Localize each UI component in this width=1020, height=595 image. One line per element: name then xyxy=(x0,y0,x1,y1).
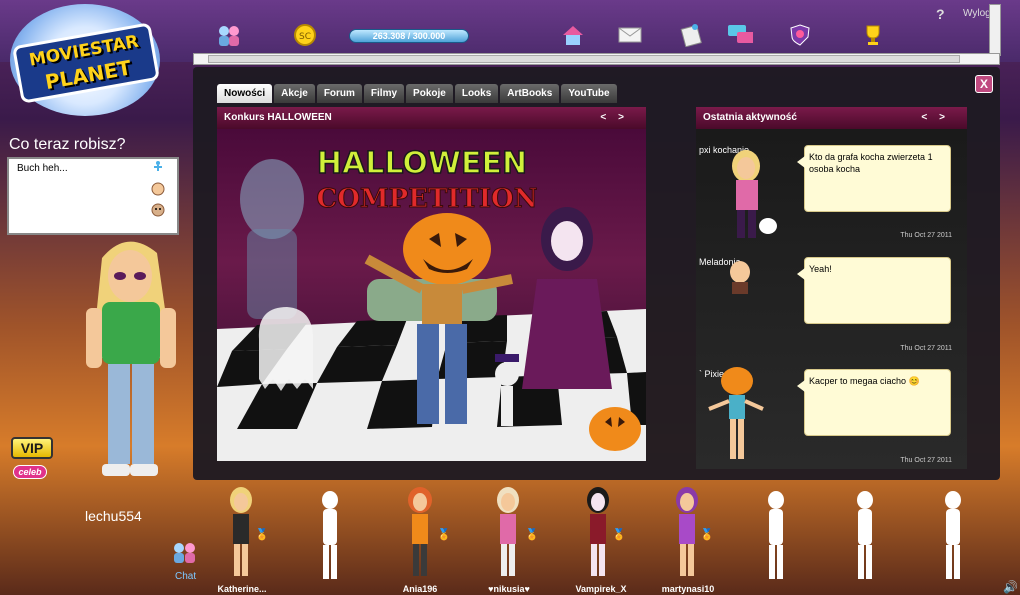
tab-artbooks[interactable]: ArtBooks xyxy=(500,84,560,103)
scrollbar-thumb[interactable] xyxy=(208,55,960,63)
avatar-actions-icon[interactable]: 🏅 xyxy=(700,528,718,558)
empty-slot-icon[interactable] xyxy=(940,490,966,580)
avatar-actions-icon[interactable]: 🏅 xyxy=(255,528,273,558)
celeb-badge[interactable]: celeb xyxy=(13,465,47,479)
sound-icon[interactable]: 🔊 xyxy=(1003,580,1018,594)
empty-slot-icon[interactable] xyxy=(317,490,343,580)
player-username: lechu554 xyxy=(85,508,142,524)
moviestar-planet-logo[interactable]: MOVIESTAR PLANET xyxy=(10,4,160,116)
currency-bar: 263.308 / 300.000 xyxy=(349,29,469,43)
room-avatar-name[interactable]: Ania196 xyxy=(380,584,460,594)
activity-message: Yeah! xyxy=(797,257,951,324)
news-header: Konkurs HALLOWEEN <> xyxy=(217,107,646,129)
logo-banner: MOVIESTAR PLANET xyxy=(12,22,160,104)
friends-icon[interactable] xyxy=(216,22,242,48)
activity-header: Ostatnia aktywność <> xyxy=(696,107,967,129)
tab-akcje[interactable]: Akcje xyxy=(274,84,315,103)
tab-looks[interactable]: Looks xyxy=(454,84,499,103)
horizontal-scrollbar[interactable] xyxy=(193,53,1000,65)
tab-forum[interactable]: Forum xyxy=(316,84,362,103)
face-icon[interactable] xyxy=(150,182,166,196)
activity-date: Thu Oct 27 2011 xyxy=(900,232,952,239)
activity-date: Thu Oct 27 2011 xyxy=(900,457,952,464)
avatar-actions-icon[interactable]: 🏅 xyxy=(437,528,455,558)
activity-title: Ostatnia aktywność xyxy=(703,112,797,123)
room-avatar[interactable] xyxy=(491,486,525,578)
room-avatar[interactable] xyxy=(670,486,704,578)
room-avatar-name[interactable]: Katherine... xyxy=(202,584,282,594)
home-icon[interactable] xyxy=(560,22,586,48)
pose-icon[interactable] xyxy=(150,160,166,174)
room-avatar-name[interactable]: Vampirek_X xyxy=(561,584,641,594)
tab-bar: Nowości Akcje Forum Filmy Pokoje Looks A… xyxy=(217,84,617,103)
room-avatar[interactable] xyxy=(403,486,437,578)
help-button[interactable]: ? xyxy=(936,6,945,22)
room-avatar[interactable] xyxy=(581,486,615,578)
activity-message: Kto da grafa kocha zwierzeta 1 osoba koc… xyxy=(797,145,951,212)
empty-slot-icon[interactable] xyxy=(763,490,789,580)
banner-title-line2: COMPETITION xyxy=(317,184,538,214)
activity-avatar[interactable] xyxy=(705,365,765,465)
banner-title-line1: HALLOWEEN xyxy=(317,146,527,181)
chat-icon[interactable] xyxy=(170,540,200,566)
trophy-icon[interactable] xyxy=(860,22,886,48)
tab-filmy[interactable]: Filmy xyxy=(363,84,405,103)
activity-avatar[interactable] xyxy=(722,148,782,243)
shield-icon[interactable] xyxy=(787,22,813,48)
activity-next-button[interactable]: > xyxy=(939,112,957,123)
avatar-actions-icon[interactable]: 🏅 xyxy=(525,528,543,558)
activity-prev-button[interactable]: < xyxy=(921,112,939,123)
profile-icon[interactable] xyxy=(678,22,704,48)
starcoins-icon[interactable]: SC xyxy=(292,22,318,48)
logout-link[interactable]: Wylog xyxy=(963,8,991,19)
news-prev-button[interactable]: < xyxy=(600,112,618,123)
chat-icon[interactable] xyxy=(727,22,753,48)
status-question: Co teraz robisz? xyxy=(9,136,126,153)
avatar-actions-icon[interactable]: 🏅 xyxy=(612,528,630,558)
tab-youtube[interactable]: YouTube xyxy=(561,84,617,103)
room-avatar-name[interactable]: ♥nikusia♥ xyxy=(469,584,549,594)
mail-icon[interactable] xyxy=(617,22,643,48)
vip-badge[interactable]: VIP xyxy=(11,437,53,459)
vertical-scrollbar[interactable] xyxy=(989,4,1001,56)
activity-nav: <> xyxy=(921,107,957,129)
room-avatar-name[interactable]: martynasi10 xyxy=(648,584,728,594)
svg-text:SC: SC xyxy=(299,32,311,42)
news-nav: <> xyxy=(600,107,636,129)
news-next-button[interactable]: > xyxy=(618,112,636,123)
tab-pokoje[interactable]: Pokoje xyxy=(406,84,453,103)
news-title: Konkurs HALLOWEEN xyxy=(224,112,332,123)
player-avatar[interactable] xyxy=(72,228,192,493)
status-text: Buch heh... xyxy=(17,163,68,174)
activity-date: Thu Oct 27 2011 xyxy=(900,345,952,352)
tab-nowosci[interactable]: Nowości xyxy=(217,84,273,103)
activity-avatar[interactable] xyxy=(722,260,762,294)
close-button[interactable]: X xyxy=(975,75,993,93)
mood-icon[interactable] xyxy=(150,203,166,217)
halloween-banner-image[interactable]: HALLOWEEN COMPETITION xyxy=(217,129,646,461)
room-avatar[interactable] xyxy=(224,486,258,578)
chat-label[interactable]: Chat xyxy=(175,571,196,582)
empty-slot-icon[interactable] xyxy=(852,490,878,580)
activity-message: Kacper to megaa ciacho 😊 xyxy=(797,369,951,436)
